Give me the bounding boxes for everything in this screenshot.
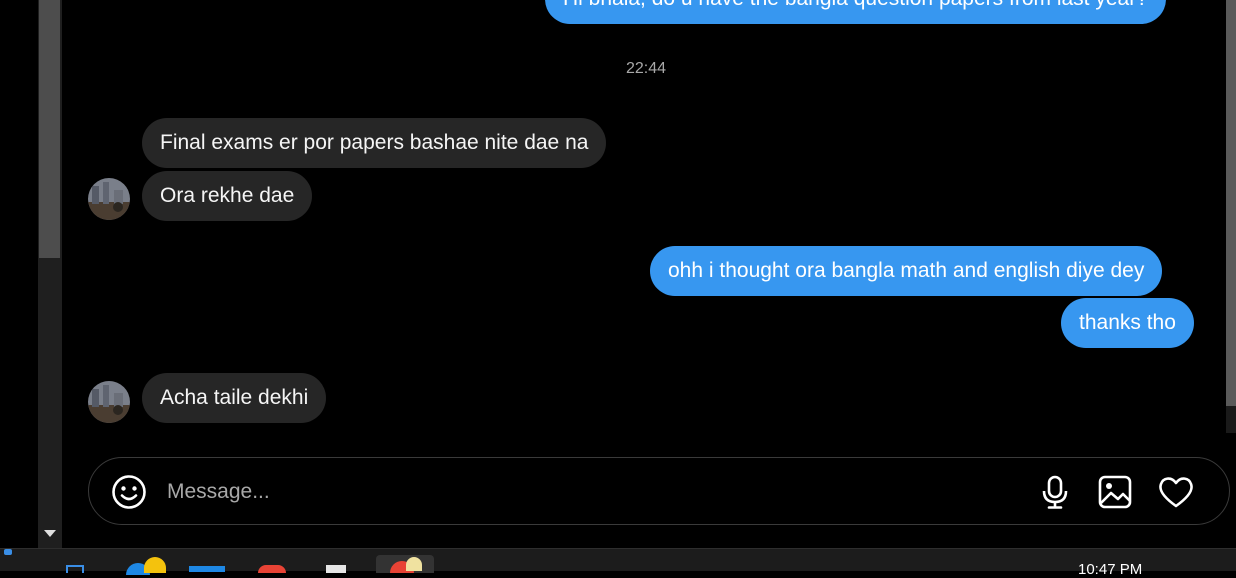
message-input[interactable] bbox=[165, 477, 869, 507]
chat-scrollbar-thumb[interactable] bbox=[1226, 0, 1236, 406]
sent-message[interactable]: Hi bhaia, do u have the bangla question … bbox=[545, 0, 1166, 24]
taskbar-start-icon[interactable] bbox=[4, 549, 12, 555]
avatar-photo bbox=[88, 178, 130, 220]
scroll-down-arrow-icon[interactable] bbox=[44, 530, 56, 537]
microphone-icon[interactable] bbox=[1039, 474, 1071, 515]
received-message[interactable]: Final exams er por papers bashae nite da… bbox=[142, 118, 607, 168]
left-edge bbox=[0, 0, 38, 548]
taskbar-active-app[interactable] bbox=[376, 555, 434, 573]
left-scrollbar-thumb[interactable] bbox=[39, 0, 60, 258]
image-icon[interactable] bbox=[1097, 474, 1133, 515]
sent-message[interactable]: thanks tho bbox=[1061, 298, 1194, 348]
received-message[interactable]: Acha taile dekhi bbox=[142, 373, 327, 423]
contact-avatar[interactable] bbox=[88, 178, 130, 220]
avatar-photo bbox=[88, 381, 130, 423]
sent-message[interactable]: ohh i thought ora bangla math and englis… bbox=[650, 246, 1163, 296]
heart-icon[interactable] bbox=[1157, 474, 1195, 515]
taskbar-notification-dot bbox=[144, 557, 166, 573]
contact-avatar[interactable] bbox=[88, 381, 130, 423]
taskbar-search-icon[interactable] bbox=[66, 565, 84, 573]
message-timestamp: 22:44 bbox=[625, 60, 667, 77]
smiley-icon[interactable] bbox=[111, 474, 147, 515]
taskbar-app-icon[interactable] bbox=[189, 566, 225, 572]
message-composer bbox=[88, 457, 1230, 525]
left-scrollbar[interactable] bbox=[38, 0, 62, 548]
taskbar-chrome-icon[interactable] bbox=[258, 565, 286, 573]
taskbar: 10:47 PM bbox=[0, 548, 1236, 578]
taskbar-file-icon[interactable] bbox=[326, 565, 346, 573]
received-message[interactable]: Ora rekhe dae bbox=[142, 171, 313, 221]
chat-scrollbar[interactable] bbox=[1226, 0, 1236, 433]
